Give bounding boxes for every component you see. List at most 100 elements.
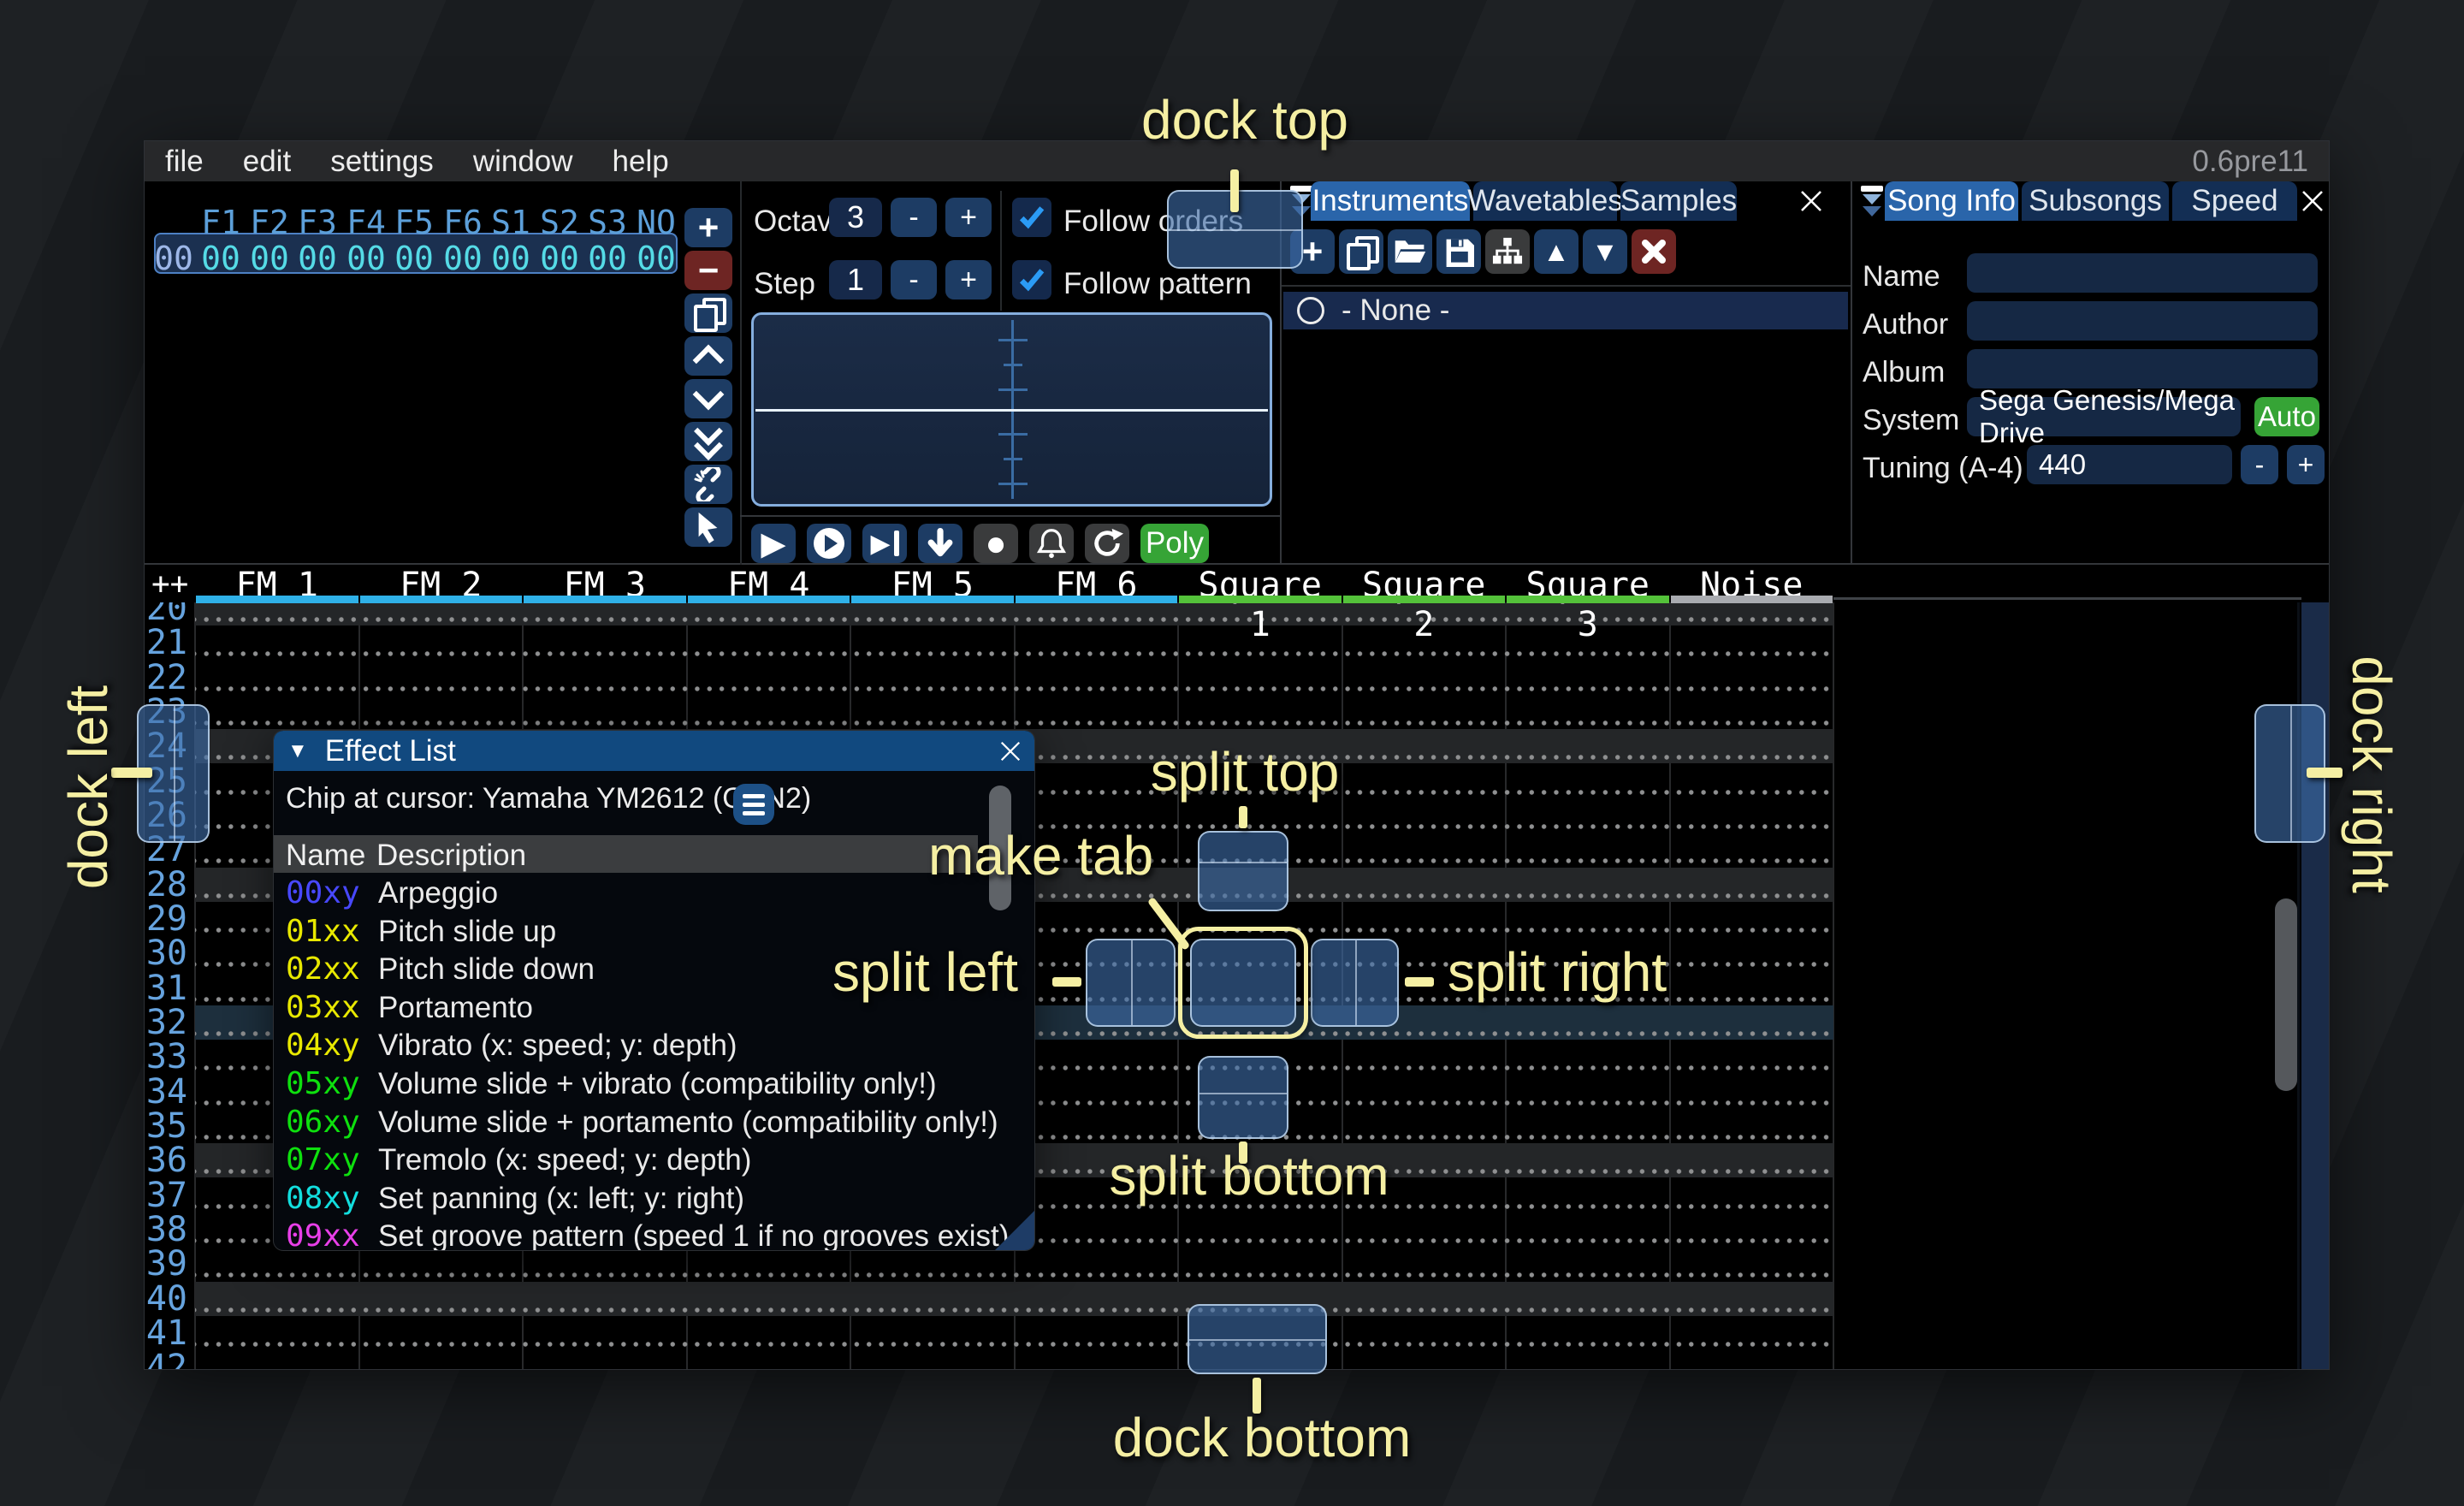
orders-cell[interactable]: 00 xyxy=(390,240,438,277)
step-plus-button[interactable]: + xyxy=(945,260,992,299)
pattern-row[interactable] xyxy=(195,661,1833,695)
orders-cell[interactable]: 00 xyxy=(246,240,293,277)
orders-cell[interactable]: 00 xyxy=(487,240,535,277)
pattern-channel-header[interactable]: Noise xyxy=(1670,565,1834,602)
instrument-folder-view-button[interactable] xyxy=(1485,229,1530,274)
instruments-tab-wavetables[interactable]: Wavetables xyxy=(1473,181,1617,221)
orders-cell[interactable]: 00 xyxy=(583,240,631,277)
tuning-plus-button[interactable]: + xyxy=(2287,445,2325,484)
instruments-tab-samples[interactable]: Samples xyxy=(1620,181,1737,221)
instrument-move-up-button[interactable]: ▲ xyxy=(1534,229,1578,274)
play-from-start-button[interactable] xyxy=(807,524,851,563)
pattern-channel-header[interactable]: FM 4 xyxy=(687,565,851,602)
orders-cell[interactable]: 00 xyxy=(536,240,583,277)
panel-separator[interactable] xyxy=(1851,181,1852,565)
song-info-tab-speed[interactable]: Speed xyxy=(2172,181,2297,221)
stop-button[interactable]: ● xyxy=(974,524,1018,563)
effect-code[interactable]: 08xy xyxy=(286,1181,360,1216)
effect-table-header[interactable]: Name Description xyxy=(274,835,978,873)
menu-item-help[interactable]: help xyxy=(613,145,669,179)
effect-code[interactable]: 00xy xyxy=(286,875,360,910)
tuning-field[interactable]: 440 xyxy=(2027,445,2232,484)
split-target-right[interactable] xyxy=(1311,939,1399,1027)
pattern-channel-header[interactable]: FM 6 xyxy=(1015,565,1179,602)
effect-list-titlebar[interactable]: ▼ Effect List xyxy=(274,731,1034,771)
pattern-channel-header[interactable]: FM 1 xyxy=(195,565,359,602)
instruments-tab-instruments[interactable]: Instruments xyxy=(1311,181,1470,221)
pattern-row[interactable] xyxy=(195,1316,1833,1350)
song-info-tab-song-info[interactable]: Song Info xyxy=(1885,181,2018,221)
effect-code[interactable]: 07xy xyxy=(286,1142,360,1177)
system-auto-button[interactable]: Auto xyxy=(2254,397,2319,436)
pattern-channel-header[interactable]: Square 2 xyxy=(1342,565,1507,602)
order-add-button[interactable]: + xyxy=(684,208,732,247)
collapse-triangle-icon[interactable]: ▼ xyxy=(287,739,308,763)
effect-code[interactable]: 05xy xyxy=(286,1066,360,1101)
menu-item-file[interactable]: file xyxy=(165,145,204,179)
octave-minus-button[interactable]: - xyxy=(891,198,937,237)
instrument-move-down-button[interactable]: ▼ xyxy=(1583,229,1627,274)
follow-pattern-checkbox[interactable] xyxy=(1012,260,1051,299)
effect-code[interactable]: 06xy xyxy=(286,1105,360,1140)
effect-code[interactable]: 01xx xyxy=(286,914,360,949)
dock-target-bottom[interactable] xyxy=(1188,1304,1327,1374)
play-button[interactable]: ▶ xyxy=(751,524,796,563)
song-info-tab-subsongs[interactable]: Subsongs xyxy=(2022,181,2169,221)
order-move-up-button[interactable] xyxy=(684,336,732,376)
effect-list-menu-button[interactable] xyxy=(733,784,774,825)
name-field[interactable] xyxy=(1967,253,2318,293)
instrument-duplicate-button[interactable] xyxy=(1339,229,1383,274)
step-value[interactable]: 1 xyxy=(829,260,882,299)
pattern-channel-header[interactable]: FM 3 xyxy=(523,565,687,602)
instrument-save-button[interactable] xyxy=(1436,229,1481,274)
order-duplicate-button[interactable] xyxy=(684,293,732,333)
order-deep-clone-button[interactable] xyxy=(684,465,732,504)
orders-cell[interactable]: 00 xyxy=(342,240,390,277)
split-target-left[interactable] xyxy=(1086,939,1176,1027)
song-info-window-menu-icon[interactable] xyxy=(1859,186,1885,216)
oscilloscope[interactable] xyxy=(751,312,1272,507)
play-to-cursor-button[interactable]: ▶ xyxy=(862,524,907,563)
pattern-row[interactable] xyxy=(195,1350,1833,1369)
follow-orders-checkbox[interactable] xyxy=(1012,198,1051,237)
instrument-delete-button[interactable] xyxy=(1632,229,1676,274)
pattern-corner-button[interactable]: ++ xyxy=(151,566,188,602)
effect-list-close-button[interactable] xyxy=(998,739,1022,763)
effect-code[interactable]: 02xx xyxy=(286,952,360,987)
repeat-pattern-button[interactable] xyxy=(1085,524,1129,563)
split-target-bottom[interactable] xyxy=(1198,1056,1288,1139)
tuning-minus-button[interactable]: - xyxy=(2241,445,2278,484)
pattern-row[interactable] xyxy=(195,695,1833,729)
resize-grip-icon[interactable] xyxy=(995,1211,1034,1250)
instrument-open-button[interactable] xyxy=(1388,229,1432,274)
split-target-top[interactable] xyxy=(1198,831,1288,911)
orders-cell[interactable]: 00 xyxy=(632,240,680,277)
effect-code[interactable]: 04xy xyxy=(286,1028,360,1063)
pattern-row[interactable] xyxy=(195,1247,1833,1281)
menu-item-window[interactable]: window xyxy=(473,145,573,179)
author-field[interactable] xyxy=(1967,301,2318,341)
pattern-row[interactable] xyxy=(195,1282,1833,1316)
order-edit-mode-button[interactable] xyxy=(684,507,732,547)
pattern-channel-header[interactable]: FM 5 xyxy=(850,565,1015,602)
system-select[interactable]: Sega Genesis/Mega Drive xyxy=(1967,397,2241,436)
poly-button[interactable]: Poly xyxy=(1140,524,1209,563)
orders-cell[interactable]: 00 xyxy=(293,240,341,277)
metronome-button[interactable] xyxy=(1029,524,1074,563)
order-move-down-button[interactable] xyxy=(684,379,732,418)
orders-cell[interactable]: 00 xyxy=(439,240,487,277)
order-duplicate-end-button[interactable] xyxy=(684,422,732,461)
pattern-channel-header[interactable]: Square 3 xyxy=(1506,565,1670,602)
instruments-close-button[interactable] xyxy=(1796,186,1827,216)
effect-code[interactable]: 09xx xyxy=(286,1218,360,1251)
effect-code[interactable]: 03xx xyxy=(286,990,360,1025)
step-row-button[interactable] xyxy=(918,524,962,563)
album-field[interactable] xyxy=(1967,349,2318,388)
pattern-channel-header[interactable]: Square 1 xyxy=(1178,565,1342,602)
octave-plus-button[interactable]: + xyxy=(945,198,992,237)
pattern-channel-header[interactable]: FM 2 xyxy=(359,565,524,602)
instrument-list-item[interactable]: - None - xyxy=(1283,292,1848,329)
menu-item-edit[interactable]: edit xyxy=(243,145,291,179)
pattern-scrollbar[interactable] xyxy=(2275,898,2297,1091)
octave-value[interactable]: 3 xyxy=(829,198,882,237)
